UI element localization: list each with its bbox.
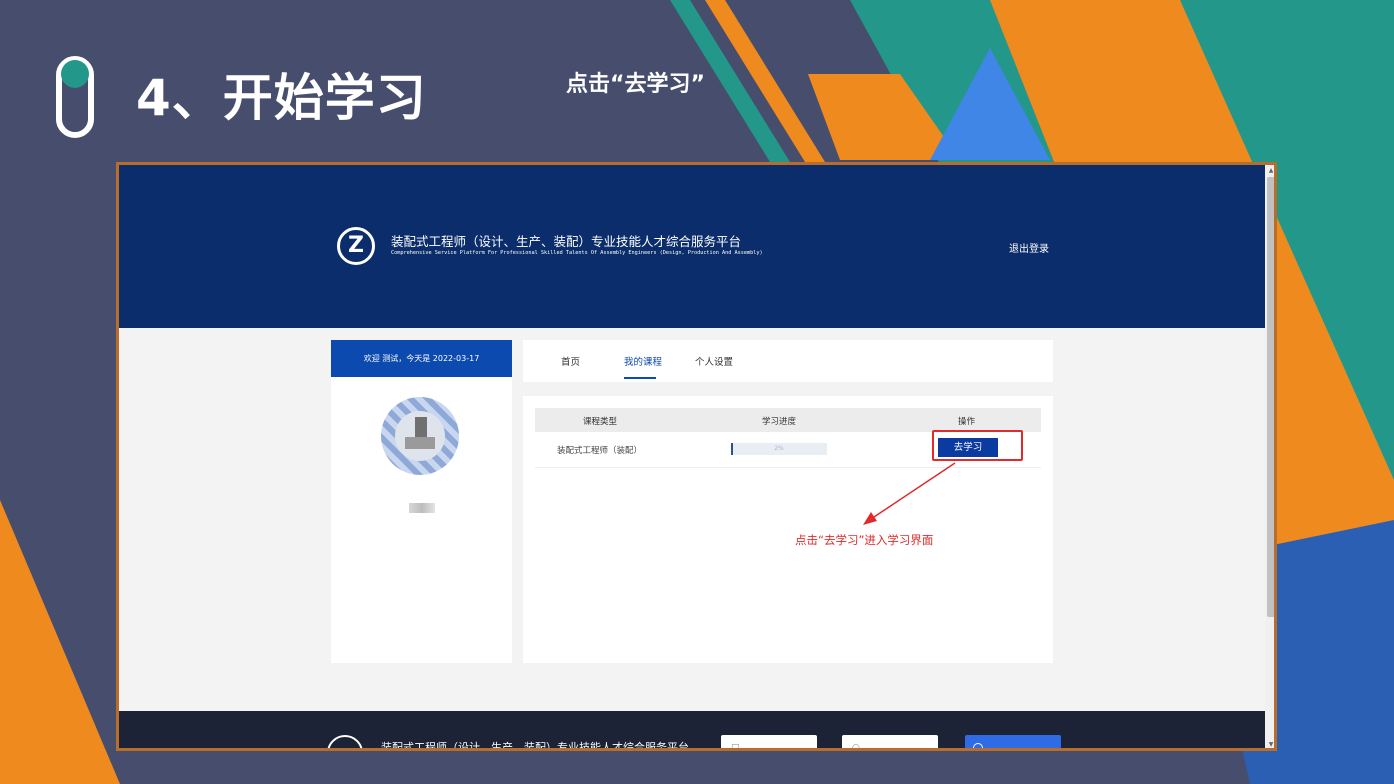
site-logo-icon: Z [337,227,375,265]
triangle-up-icon[interactable]: ▲ [1267,167,1274,175]
avatar-head [415,417,427,437]
welcome-message: 欢迎 测试，今天是 2022-03-17 [331,340,512,377]
user-icon: ○ [852,743,860,751]
table-row: 装配式工程师（装配） 2% 去学习 [535,430,1041,468]
triangle-down-icon[interactable]: ▼ [1267,741,1274,748]
slide-title: 4、开始学习 [136,69,427,127]
site-header: Z 装配式工程师（设计、生产、装配）专业技能人才综合服务平台 Comprehen… [119,165,1265,328]
active-tab-indicator [624,377,656,379]
site-subtitle: Comprehensive Service Platform For Profe… [391,250,763,256]
tab-settings[interactable]: 个人设置 [695,354,733,368]
footer-title: 装配式工程师（设计、生产、装配）专业技能人才综合服务平台 [381,741,689,751]
progress-bar: 2% [731,443,827,455]
scroll-thumb[interactable] [1267,177,1274,617]
slide-marker-dot [61,60,89,88]
progress-text: 2% [774,445,784,452]
column-header-action: 操作 [958,417,976,427]
avatar-body [405,437,435,449]
screenshot-frame: Z 装配式工程师（设计、生产、装配）专业技能人才综合服务平台 Comprehen… [116,162,1277,751]
profile-panel: 欢迎 测试，今天是 2022-03-17 [331,340,512,663]
slide-subtitle: 点击“去学习” [566,72,705,97]
phone-icon: □ [731,743,740,751]
footer-input-1[interactable]: □ [721,735,817,751]
table-header: 课程类型 学习进度 操作 [535,408,1041,432]
annotation-text: 点击“去学习”进入学习界面 [795,533,934,547]
logout-link[interactable]: 退出登录 [1009,240,1049,255]
column-header-progress: 学习进度 [762,417,797,427]
footer-logo-icon [327,735,363,748]
tab-my-courses[interactable]: 我的课程 [624,354,662,368]
footer-button[interactable] [965,735,1061,748]
tabs-bar: 首页 我的课程 个人设置 [523,340,1053,382]
scrollbar[interactable]: ▲ ▼ [1265,165,1274,748]
footer-input-2[interactable]: ○ [842,735,938,751]
column-header-type: 课程类型 [583,417,618,427]
avatar [381,397,459,475]
circle-icon [973,743,983,748]
site-footer: 装配式工程师（设计、生产、装配）专业技能人才综合服务平台 □ ○ [119,711,1265,751]
go-study-button[interactable]: 去学习 [938,438,998,457]
tab-home[interactable]: 首页 [561,354,580,368]
course-table-card: 课程类型 学习进度 操作 装配式工程师（装配） 2% 去学习 [523,396,1053,663]
user-name-blurred [409,503,435,513]
site-title: 装配式工程师（设计、生产、装配）专业技能人才综合服务平台 [391,234,742,249]
course-type-cell: 装配式工程师（装配） [557,446,643,456]
